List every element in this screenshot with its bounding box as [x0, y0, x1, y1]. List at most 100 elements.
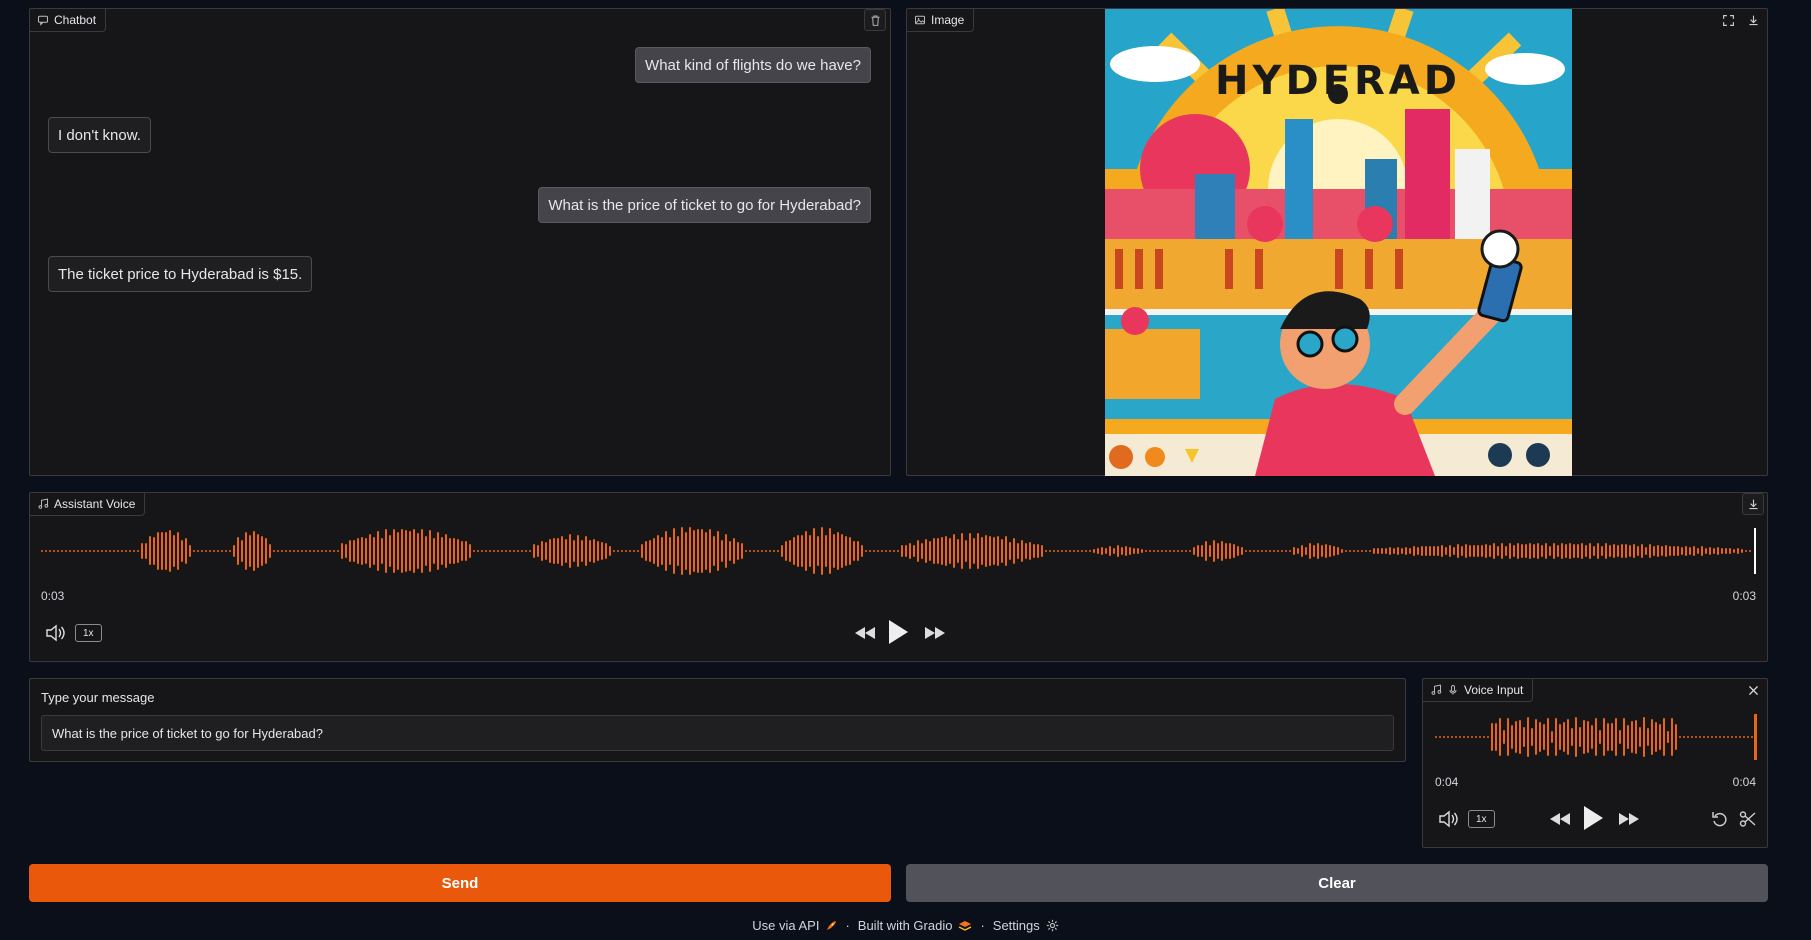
hyderabad-poster-image[interactable]: HYDERAD — [1105, 9, 1572, 476]
built-with-gradio-link[interactable]: Built with Gradio — [858, 918, 973, 933]
message-input[interactable] — [41, 715, 1394, 751]
undo-trim-button[interactable] — [1709, 809, 1731, 829]
waveform-bar — [265, 538, 267, 564]
waveform-bar — [1717, 547, 1719, 555]
waveform-bar — [1725, 547, 1727, 554]
waveform-bar — [1471, 736, 1473, 738]
voice-input-volume-button[interactable] — [1437, 809, 1459, 829]
waveform-bar — [949, 537, 951, 565]
play-icon — [1584, 806, 1603, 830]
waveform-bar — [49, 550, 51, 552]
waveform-bar — [1543, 724, 1545, 750]
waveform-bar — [1653, 546, 1655, 556]
waveform-bar — [1265, 550, 1267, 552]
waveform-bar — [497, 550, 499, 552]
waveform-bar — [677, 535, 679, 567]
voice-input-playhead[interactable] — [1754, 714, 1757, 760]
clear-chat-button[interactable] — [864, 9, 886, 31]
waveform-bar — [557, 538, 559, 564]
waveform-bar — [1699, 736, 1701, 738]
waveform-bar — [1333, 546, 1335, 556]
waveform-bar — [1133, 547, 1135, 555]
waveform-bar — [1169, 550, 1171, 552]
waveform-bar — [161, 532, 163, 570]
waveform-bar — [601, 542, 603, 560]
waveform-bar — [1539, 721, 1541, 753]
waveform-bar — [1093, 548, 1095, 554]
waveform-bar — [1705, 547, 1707, 555]
waveform-bar — [525, 550, 527, 552]
waveform-bar — [473, 550, 475, 552]
playback-rate-button[interactable]: 1x — [75, 624, 102, 642]
undo-icon — [1712, 812, 1727, 827]
waveform-bar — [1689, 547, 1691, 555]
fullscreen-button[interactable] — [1717, 9, 1739, 31]
voice-input-rewind-button[interactable] — [1547, 809, 1573, 829]
waveform-bar — [1365, 550, 1367, 552]
waveform[interactable] — [41, 523, 1753, 579]
waveform-bar — [41, 550, 43, 552]
waveform-bar — [1707, 736, 1709, 738]
waveform-bar — [53, 550, 55, 552]
waveform-bar — [97, 550, 99, 552]
waveform-bar — [1529, 543, 1531, 559]
waveform-bar — [413, 528, 415, 574]
playhead[interactable] — [1754, 528, 1756, 574]
waveform-bar — [749, 550, 751, 552]
waveform-bar — [1571, 728, 1573, 746]
waveform-bar — [381, 538, 383, 564]
waveform-bar — [597, 541, 599, 561]
waveform-bar — [1459, 736, 1461, 738]
waveform-bar — [1587, 720, 1589, 754]
download-image-button[interactable] — [1742, 9, 1764, 31]
waveform-bar — [1455, 736, 1457, 738]
waveform-bar — [309, 550, 311, 552]
waveform-bar — [1499, 718, 1501, 756]
waveform-bar — [1487, 736, 1489, 738]
waveform-bar — [1715, 736, 1717, 738]
waveform-bar — [1647, 728, 1649, 746]
waveform-bar — [353, 540, 355, 562]
waveform-bar — [553, 538, 555, 564]
waveform-bar — [401, 529, 403, 573]
waveform-bar — [1439, 736, 1441, 738]
rewind-button[interactable] — [852, 623, 878, 643]
settings-link[interactable]: Settings — [993, 918, 1059, 933]
waveform-bar — [1041, 545, 1043, 557]
waveform-bar — [1185, 550, 1187, 552]
voice-input-fast-forward-button[interactable] — [1616, 809, 1642, 829]
waveform-bar — [457, 538, 459, 564]
music-icon — [1431, 684, 1442, 695]
clear-button[interactable]: Clear — [906, 864, 1768, 902]
waveform-bar — [1341, 548, 1343, 554]
trim-button[interactable] — [1737, 809, 1759, 829]
use-via-api-link[interactable]: Use via API — [752, 918, 837, 933]
fast-forward-button[interactable] — [922, 623, 948, 643]
waveform-bar — [1393, 548, 1395, 554]
voice-input-playback-rate-button[interactable]: 1x — [1468, 810, 1495, 828]
download-audio-button[interactable] — [1742, 493, 1764, 515]
play-button[interactable] — [885, 618, 911, 646]
waveform-bar — [849, 536, 851, 566]
waveform-bar — [821, 527, 823, 575]
volume-icon — [1439, 810, 1458, 828]
volume-button[interactable] — [44, 623, 66, 643]
waveform-bar — [1385, 548, 1387, 554]
waveform-bar — [669, 536, 671, 565]
waveform-bar — [289, 550, 291, 552]
voice-input-play-button[interactable] — [1580, 804, 1606, 832]
waveform-bar — [1173, 550, 1175, 552]
waveform-bar — [1729, 547, 1731, 555]
waveform-bar — [1697, 547, 1699, 555]
waveform-bar — [605, 543, 607, 559]
waveform-bar — [1421, 546, 1423, 556]
footer-separator: · — [845, 918, 850, 933]
waveform-bar — [1551, 731, 1553, 743]
waveform-bar — [1157, 550, 1159, 552]
waveform-bar — [1033, 543, 1035, 559]
voice-input-waveform[interactable] — [1435, 709, 1755, 765]
close-voice-input-button[interactable] — [1742, 679, 1764, 701]
voice-input-current-time: 0:04 — [1435, 775, 1459, 789]
waveform-bar — [373, 537, 375, 565]
send-button[interactable]: Send — [29, 864, 891, 902]
